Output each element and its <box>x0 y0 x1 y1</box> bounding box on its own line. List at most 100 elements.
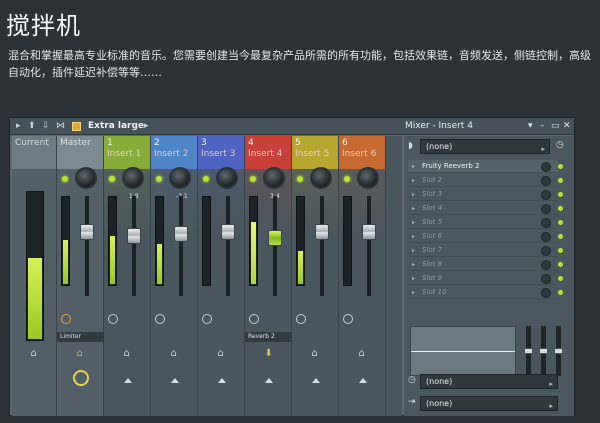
pan-knob[interactable] <box>357 167 379 189</box>
clock-icon[interactable] <box>343 314 353 324</box>
volume-fader[interactable] <box>79 224 94 240</box>
effect-slot[interactable]: ▸ Fruity Reeverb 2 <box>408 160 558 173</box>
slot-enable-led[interactable] <box>558 178 563 183</box>
output-icon[interactable]: ⇥ <box>408 397 416 407</box>
bowtie-icon[interactable]: ⋈ <box>56 121 65 131</box>
volume-fader[interactable] <box>173 226 188 242</box>
volume-fader[interactable] <box>361 224 376 240</box>
strip-header[interactable]: 4 Insert 4 <box>245 136 291 169</box>
slot-mix-knob[interactable] <box>541 260 551 270</box>
close-button[interactable]: ✕ <box>563 121 571 131</box>
slot-mix-knob[interactable] <box>541 218 551 228</box>
strip-enable-led[interactable] <box>203 176 209 182</box>
eq-band-fader-3[interactable] <box>554 326 563 376</box>
menu-button[interactable]: ▾ <box>528 121 533 131</box>
clock-icon[interactable]: ◷ <box>556 140 564 150</box>
volume-fader[interactable] <box>314 224 329 240</box>
slot-mix-knob[interactable] <box>541 204 551 214</box>
slot-enable-led[interactable] <box>558 206 563 211</box>
effect-slot[interactable]: ▸ Slot 10 <box>408 286 558 299</box>
send-arrow-icon[interactable] <box>123 378 132 383</box>
send-arrow-icon[interactable] <box>264 378 273 383</box>
eq-band-fader-2[interactable] <box>539 326 548 376</box>
maximize-button[interactable]: ▭ <box>551 121 560 131</box>
send-arrow-icon[interactable] <box>311 378 320 383</box>
volume-fader[interactable] <box>220 224 235 240</box>
input-dropdown[interactable]: (none) ▸ <box>420 396 558 411</box>
route-icon[interactable]: ⬇ <box>265 348 273 359</box>
pan-knob[interactable] <box>169 167 191 189</box>
pan-knob[interactable] <box>122 167 144 189</box>
strip-header[interactable]: Master <box>57 136 103 169</box>
effect-slot[interactable]: ▸ Slot 6 <box>408 230 558 243</box>
preset-dropdown[interactable]: (none) ▸ <box>420 139 550 154</box>
pan-knob[interactable] <box>75 167 97 189</box>
slot-mix-knob[interactable] <box>541 162 551 172</box>
route-icon[interactable]: ⌂ <box>77 348 83 359</box>
clock-icon[interactable] <box>61 314 71 324</box>
slot-mix-knob[interactable] <box>541 288 551 298</box>
strip-enable-led[interactable] <box>62 176 68 182</box>
strip-header[interactable]: 2 Insert 2 <box>151 136 197 169</box>
mixer-strip[interactable]: 5 Insert 5 ⌂ <box>292 136 339 416</box>
strip-enable-led[interactable] <box>156 176 162 182</box>
route-icon[interactable]: ⌂ <box>31 348 37 359</box>
route-icon[interactable]: ⌂ <box>171 348 177 359</box>
strip-enable-led[interactable] <box>250 176 256 182</box>
slot-enable-led[interactable] <box>558 192 563 197</box>
slot-enable-led[interactable] <box>558 262 563 267</box>
send-arrow-icon[interactable] <box>217 378 226 383</box>
volume-fader[interactable] <box>126 228 141 244</box>
strip-enable-led[interactable] <box>297 176 303 182</box>
clock-icon[interactable]: ◷ <box>408 375 416 385</box>
slot-enable-led[interactable] <box>558 276 563 281</box>
route-icon[interactable]: ⌂ <box>218 348 224 359</box>
slot-enable-led[interactable] <box>558 234 563 239</box>
slot-mix-knob[interactable] <box>541 176 551 186</box>
route-icon[interactable]: ⌂ <box>359 348 365 359</box>
down-arrow-icon[interactable]: ⇩ <box>42 121 50 131</box>
bird-icon[interactable]: ⬆ <box>28 121 36 131</box>
mixer-strip[interactable]: 4Insert 43.4Reverb 2⬇ <box>245 136 292 416</box>
send-arrow-icon[interactable] <box>358 378 367 383</box>
strip-enable-led[interactable] <box>344 176 350 182</box>
effect-slot[interactable]: ▸ Slot 8 <box>408 258 558 271</box>
slot-enable-led[interactable] <box>558 290 563 295</box>
send-arrow-icon[interactable] <box>170 378 179 383</box>
effect-slot[interactable]: ▸ Slot 2 <box>408 174 558 187</box>
mixer-strip[interactable]: 1Insert 11.8⌂ <box>104 136 151 416</box>
eq-band-fader-1[interactable] <box>524 326 533 376</box>
eq-display[interactable] <box>410 326 516 376</box>
effect-slot[interactable]: ▸ Slot 9 <box>408 272 558 285</box>
square-icon[interactable] <box>72 122 81 134</box>
strip-header[interactable]: 5 Insert 5 <box>292 136 338 169</box>
clock-icon[interactable] <box>296 314 306 324</box>
output-dropdown[interactable]: (none) ▸ <box>420 374 558 389</box>
clock-icon[interactable] <box>249 314 259 324</box>
effect-slot[interactable]: ▸ Slot 5 <box>408 216 558 229</box>
strip-header[interactable]: 3 Insert 3 <box>198 136 244 169</box>
zoom-label[interactable]: Extra large <box>88 121 144 131</box>
mixer-strip[interactable]: Master Limiter ⌂ <box>57 136 104 416</box>
mixer-strip[interactable]: 6 Insert 6 ⌂ <box>339 136 386 416</box>
effect-slot[interactable]: ▸ Slot 7 <box>408 244 558 257</box>
slot-mix-knob[interactable] <box>541 274 551 284</box>
slot-enable-led[interactable] <box>558 164 563 169</box>
clock-icon[interactable] <box>108 314 118 324</box>
route-icon[interactable]: ⌂ <box>124 348 130 359</box>
mixer-strip[interactable]: Current ⌂ <box>12 136 57 416</box>
chevron-right-icon[interactable]: ▸ <box>144 121 149 131</box>
effect-slot[interactable]: ▸ Slot 4 <box>408 202 558 215</box>
effect-slot[interactable]: ▸ Slot 3 <box>408 188 558 201</box>
play-arrow-icon[interactable]: ▸ <box>16 121 21 131</box>
slot-mix-knob[interactable] <box>541 246 551 256</box>
mixer-strip[interactable]: 3 Insert 3 ⌂ <box>198 136 245 416</box>
pan-knob[interactable] <box>216 167 238 189</box>
strip-enable-led[interactable] <box>109 176 115 182</box>
clock-icon[interactable] <box>155 314 165 324</box>
routing-icon[interactable]: ◗ <box>408 141 413 151</box>
pan-knob[interactable] <box>310 167 332 189</box>
slot-mix-knob[interactable] <box>541 232 551 242</box>
minimize-button[interactable]: – <box>540 121 545 131</box>
strip-header[interactable]: Current <box>12 136 56 169</box>
